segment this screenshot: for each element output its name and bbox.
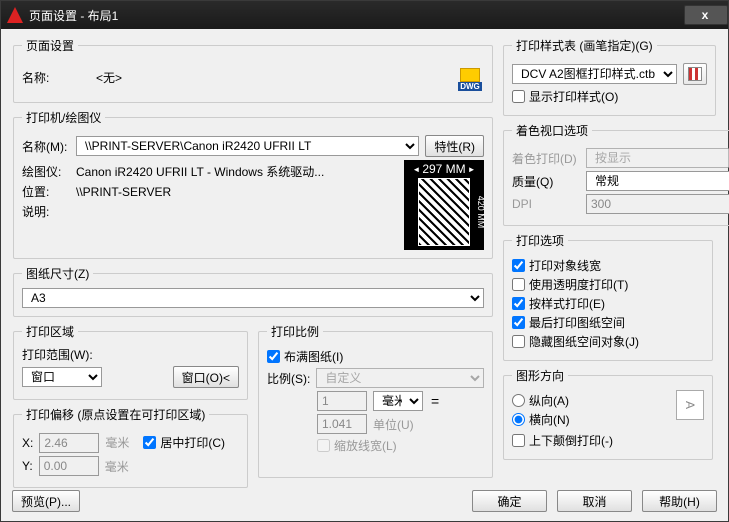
- scale-label: 比例(S):: [267, 370, 310, 387]
- print-scale-group: 打印比例 布满图纸(I) 比例(S): 自定义 毫米: [258, 323, 493, 478]
- print-area-legend: 打印区域: [22, 323, 78, 340]
- upside-down-checkbox[interactable]: 上下颠倒打印(-): [512, 432, 704, 449]
- scale-unit-input[interactable]: [317, 414, 367, 434]
- ok-button[interactable]: 确定: [472, 490, 547, 512]
- quality-label: 质量(Q): [512, 173, 580, 190]
- print-offset-group: 打印偏移 (原点设置在可打印区域) X: 毫米 居中打印(C) Y:: [13, 406, 248, 488]
- plot-style-group: 打印样式表 (画笔指定)(G) DCV A2图框打印样式.ctb 显示打印样式(…: [503, 37, 716, 116]
- portrait-radio[interactable]: 纵向(A): [512, 392, 668, 409]
- offset-x-input[interactable]: [39, 433, 99, 453]
- paper-size-legend: 图纸尺寸(Z): [22, 265, 93, 282]
- printer-properties-button[interactable]: 特性(R): [425, 135, 484, 157]
- print-offset-legend: 打印偏移 (原点设置在可打印区域): [22, 406, 209, 423]
- page-settings-legend: 页面设置: [22, 37, 78, 54]
- page-setup-dialog: 页面设置 - 布局1 x 页面设置 名称: <无> DWG 打印机/绘图仪: [0, 0, 729, 522]
- shade-plot-label: 着色打印(D): [512, 150, 580, 167]
- dialog-footer: 预览(P)... 确定 取消 帮助(H): [12, 490, 717, 512]
- page-settings-group: 页面设置 名称: <无> DWG: [13, 37, 493, 103]
- location-label: 位置:: [22, 183, 70, 200]
- printer-select[interactable]: \\PRINT-SERVER\Canon iR2420 UFRII LT: [76, 136, 419, 156]
- hide-paperspace-checkbox[interactable]: 隐藏图纸空间对象(J): [512, 333, 704, 350]
- scale-unit-select[interactable]: 毫米: [373, 391, 423, 411]
- show-plot-styles-checkbox[interactable]: 显示打印样式(O): [512, 88, 707, 105]
- titlebar[interactable]: 页面设置 - 布局1 x: [1, 1, 728, 29]
- center-print-checkbox[interactable]: 居中打印(C): [143, 434, 225, 451]
- printer-legend: 打印机/绘图仪: [22, 109, 105, 126]
- app-icon: [7, 7, 23, 23]
- quality-select[interactable]: 常规: [586, 171, 729, 191]
- dialog-content: 页面设置 名称: <无> DWG 打印机/绘图仪 名称(M): \\PRINT-…: [1, 29, 728, 502]
- equals-sign: =: [429, 393, 441, 409]
- scale-lineweight-checkbox[interactable]: 缩放线宽(L): [317, 437, 484, 454]
- paper-size-group: 图纸尺寸(Z) A3: [13, 265, 493, 317]
- page-name-label: 名称:: [22, 69, 70, 86]
- printer-name-label: 名称(M):: [22, 138, 70, 155]
- page-name-value: <无>: [96, 69, 122, 86]
- scale-mm-input[interactable]: [317, 391, 367, 411]
- print-area-group: 打印区域 打印范围(W): 窗口 窗口(O)<: [13, 323, 248, 400]
- offset-x-unit: 毫米: [105, 434, 129, 451]
- shade-plot-select[interactable]: 按显示: [586, 148, 729, 168]
- orientation-legend: 图形方向: [512, 367, 568, 384]
- scale-select[interactable]: 自定义: [316, 368, 484, 388]
- preview-button[interactable]: 预览(P)...: [12, 490, 80, 512]
- plot-options-legend: 打印选项: [512, 232, 568, 249]
- location-value: \\PRINT-SERVER: [76, 185, 171, 199]
- plot-options-group: 打印选项 打印对象线宽 使用透明度打印(T) 按样式打印(E) 最后打印图纸空间…: [503, 232, 713, 361]
- shaded-viewport-legend: 着色视口选项: [512, 122, 592, 139]
- plot-transparency-checkbox[interactable]: 使用透明度打印(T): [512, 276, 704, 293]
- window-pick-button[interactable]: 窗口(O)<: [173, 366, 239, 388]
- plot-paperspace-last-checkbox[interactable]: 最后打印图纸空间: [512, 314, 704, 331]
- plot-style-select[interactable]: DCV A2图框打印样式.ctb: [512, 64, 677, 84]
- shaded-viewport-group: 着色视口选项 着色打印(D) 按显示 质量(Q) 常规 DPI: [503, 122, 729, 226]
- printer-group: 打印机/绘图仪 名称(M): \\PRINT-SERVER\Canon iR24…: [13, 109, 493, 259]
- dpi-input[interactable]: [586, 194, 729, 214]
- orientation-icon: A: [676, 390, 704, 420]
- offset-y-label: Y:: [22, 459, 33, 473]
- offset-x-label: X:: [22, 436, 33, 450]
- plot-style-edit-button[interactable]: [683, 63, 707, 85]
- offset-y-input[interactable]: [39, 456, 99, 476]
- plotter-value: Canon iR2420 UFRII LT - Windows 系统驱动...: [76, 163, 324, 180]
- plot-by-style-checkbox[interactable]: 按样式打印(E): [512, 295, 704, 312]
- plotter-label: 绘图仪:: [22, 163, 70, 180]
- window-title: 页面设置 - 布局1: [29, 7, 684, 24]
- help-button[interactable]: 帮助(H): [642, 490, 717, 512]
- plot-lineweights-checkbox[interactable]: 打印对象线宽: [512, 257, 704, 274]
- scale-unit-label: 单位(U): [373, 416, 414, 433]
- print-range-label: 打印范围(W):: [22, 346, 239, 363]
- dpi-label: DPI: [512, 197, 580, 211]
- close-button[interactable]: x: [684, 5, 728, 25]
- orientation-group: 图形方向 纵向(A) 横向(N) A 上下颠倒打印(-): [503, 367, 713, 460]
- cancel-button[interactable]: 取消: [557, 490, 632, 512]
- paper-size-select[interactable]: A3: [22, 288, 484, 308]
- table-icon: [688, 67, 702, 81]
- print-range-select[interactable]: 窗口: [22, 367, 102, 387]
- plot-style-legend: 打印样式表 (画笔指定)(G): [512, 37, 657, 54]
- print-scale-legend: 打印比例: [267, 323, 323, 340]
- description-label: 说明:: [22, 203, 70, 220]
- paper-preview: ◄297 MM► 420 MM: [404, 160, 484, 250]
- offset-y-unit: 毫米: [105, 458, 129, 475]
- fit-paper-checkbox[interactable]: 布满图纸(I): [267, 348, 484, 365]
- dwg-icon: DWG: [456, 63, 484, 91]
- landscape-radio[interactable]: 横向(N): [512, 411, 668, 428]
